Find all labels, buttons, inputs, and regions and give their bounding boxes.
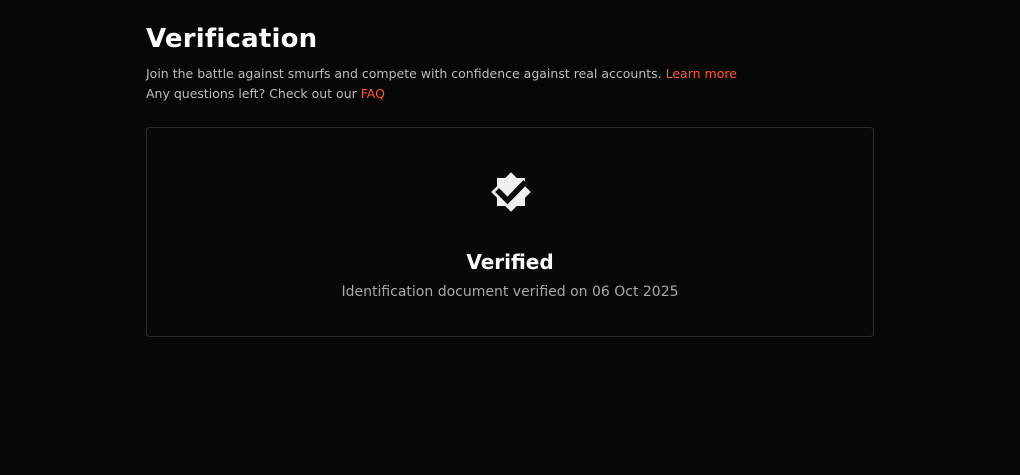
intro-line-1: Join the battle against smurfs and compe…	[146, 64, 737, 84]
intro-description: Join the battle against smurfs and compe…	[146, 66, 666, 81]
verified-badge-icon	[491, 172, 531, 212]
intro-line-2: Any questions left? Check out our FAQ	[146, 84, 737, 104]
verification-status-card: Verified Identification document verifie…	[146, 127, 874, 337]
status-description: Identification document verified on 06 O…	[341, 284, 679, 300]
faq-prompt: Any questions left? Check out our	[146, 86, 361, 101]
page-title: Verification	[146, 24, 318, 54]
intro-text: Join the battle against smurfs and compe…	[146, 64, 737, 104]
faq-link[interactable]: FAQ	[361, 86, 385, 101]
status-title: Verified	[466, 250, 554, 274]
learn-more-link[interactable]: Learn more	[666, 66, 737, 81]
